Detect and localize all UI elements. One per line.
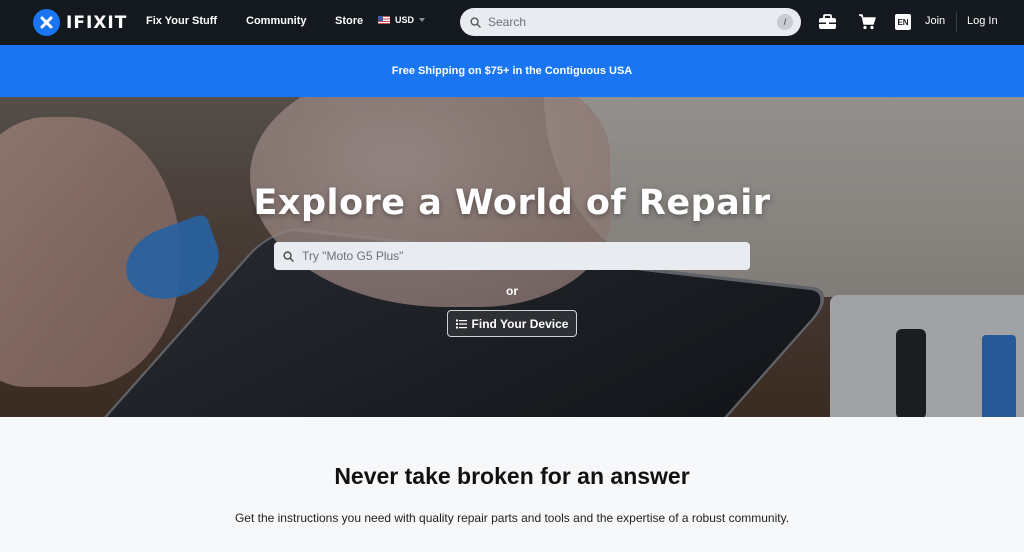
toolbox-icon[interactable]: [816, 12, 838, 32]
hero-title: Explore a World of Repair: [253, 183, 771, 223]
search-shortcut-badge: /: [777, 14, 793, 30]
intro-text: Get the instructions you need with quali…: [234, 511, 790, 525]
device-search: [274, 242, 750, 270]
list-icon: [455, 319, 467, 328]
currency-label: USD: [395, 15, 415, 25]
search-icon: [470, 16, 481, 28]
brand-name: IFIXIT: [66, 12, 128, 33]
or-separator: or: [506, 284, 518, 298]
chevron-down-icon: [419, 18, 426, 22]
ifixit-logo[interactable]: IFIXIT: [33, 9, 127, 36]
login-link[interactable]: Log In: [967, 15, 998, 27]
find-your-device-label: Find Your Device: [471, 316, 569, 331]
us-flag-icon: [378, 16, 390, 24]
nav-divider: [956, 12, 957, 32]
cart-icon[interactable]: [856, 12, 878, 32]
site-search: /: [460, 8, 801, 36]
search-input[interactable]: [488, 15, 768, 29]
intro-title: Never take broken for an answer: [334, 463, 690, 489]
language-selector[interactable]: EN: [895, 14, 911, 30]
search-icon: [283, 250, 294, 262]
device-search-input[interactable]: [302, 249, 722, 263]
nav-community[interactable]: Community: [246, 15, 307, 27]
hero-section: Explore a World of Repair or Find Your D…: [0, 97, 1024, 417]
join-link[interactable]: Join: [925, 15, 945, 27]
shipping-banner[interactable]: Free Shipping on $75+ in the Contiguous …: [0, 45, 1024, 97]
top-nav: IFIXIT Fix Your Stuff Community Store US…: [0, 0, 1024, 45]
banner-text: Free Shipping on $75+ in the Contiguous …: [391, 65, 633, 77]
nav-fix-your-stuff[interactable]: Fix Your Stuff: [146, 15, 217, 27]
ifixit-logo-icon: [33, 9, 60, 36]
nav-store[interactable]: Store: [335, 15, 363, 27]
currency-selector[interactable]: USD: [378, 15, 426, 25]
find-your-device-button[interactable]: Find Your Device: [447, 310, 577, 337]
